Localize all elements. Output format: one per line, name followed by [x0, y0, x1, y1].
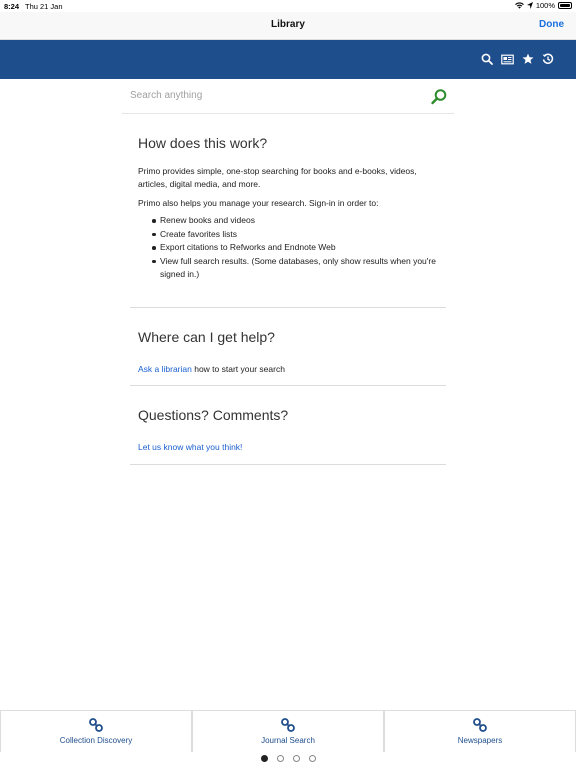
tab-label: Journal Search	[261, 736, 315, 745]
tab-newspapers[interactable]: Newspapers	[384, 711, 576, 752]
page-dot[interactable]	[260, 755, 268, 762]
feature-list: Renew books and videos Create favorites …	[152, 214, 446, 282]
status-bar: 8:24 Thu 21 Jan 100%	[0, 0, 576, 12]
search-icon[interactable]	[430, 88, 448, 106]
link-icon	[89, 718, 103, 732]
list-item: Export citations to Refworks and Endnote…	[152, 241, 446, 255]
list-item: Create favorites lists	[152, 228, 446, 242]
intro-paragraph: Primo provides simple, one-stop searchin…	[138, 166, 417, 189]
done-button[interactable]: Done	[539, 19, 564, 30]
feedback-section: Questions? Comments? Let us know what yo…	[130, 407, 446, 465]
page-dot[interactable]	[276, 755, 284, 762]
section-heading: Questions? Comments?	[138, 407, 289, 423]
page-indicator	[0, 755, 576, 762]
manage-paragraph: Primo also helps you manage your researc…	[138, 198, 379, 208]
link-icon	[473, 718, 487, 732]
ask-librarian-link[interactable]: Ask a librarian	[138, 364, 192, 374]
help-text: Ask a librarian how to start your search	[138, 363, 446, 376]
search-input[interactable]	[130, 90, 420, 101]
feedback-text: Let us know what you think!	[138, 441, 446, 454]
tab-journal-search[interactable]: Journal Search	[192, 711, 384, 752]
search-bar	[122, 82, 454, 114]
link-icon	[281, 718, 295, 732]
battery-icon	[558, 2, 572, 9]
star-icon[interactable]	[522, 53, 534, 65]
list-item: View full search results. (Some database…	[152, 255, 446, 282]
section-heading: Where can I get help?	[138, 329, 275, 345]
tab-label: Newspapers	[457, 736, 503, 745]
feedback-link[interactable]: Let us know what you think!	[138, 442, 242, 452]
status-date: Thu 21 Jan	[25, 2, 63, 11]
page-dot[interactable]	[308, 755, 316, 762]
location-icon	[526, 2, 533, 9]
bottom-tab-bar: Collection Discovery Journal Search News…	[0, 710, 576, 752]
navigation-bar: Library Done	[0, 12, 576, 40]
battery-percent: 100%	[535, 1, 555, 10]
help-section: Where can I get help? Ask a librarian ho…	[130, 329, 446, 386]
newspaper-icon[interactable]	[501, 54, 514, 65]
app-header	[0, 40, 576, 79]
wifi-icon	[514, 2, 524, 9]
history-icon[interactable]	[542, 53, 554, 65]
how-it-works-section: How does this work? Primo provides simpl…	[130, 135, 446, 308]
help-text-rest: how to start your search	[191, 364, 285, 374]
header-toolbar	[481, 53, 554, 65]
status-indicators: 100%	[514, 1, 572, 10]
section-heading: How does this work?	[138, 135, 268, 151]
nav-title: Library	[271, 19, 305, 30]
page-dot[interactable]	[292, 755, 300, 762]
status-time: 8:24	[4, 2, 20, 11]
search-icon[interactable]	[481, 53, 493, 65]
tab-label: Collection Discovery	[59, 736, 133, 745]
list-item: Renew books and videos	[152, 214, 446, 228]
tab-collection-discovery[interactable]: Collection Discovery	[0, 711, 192, 752]
